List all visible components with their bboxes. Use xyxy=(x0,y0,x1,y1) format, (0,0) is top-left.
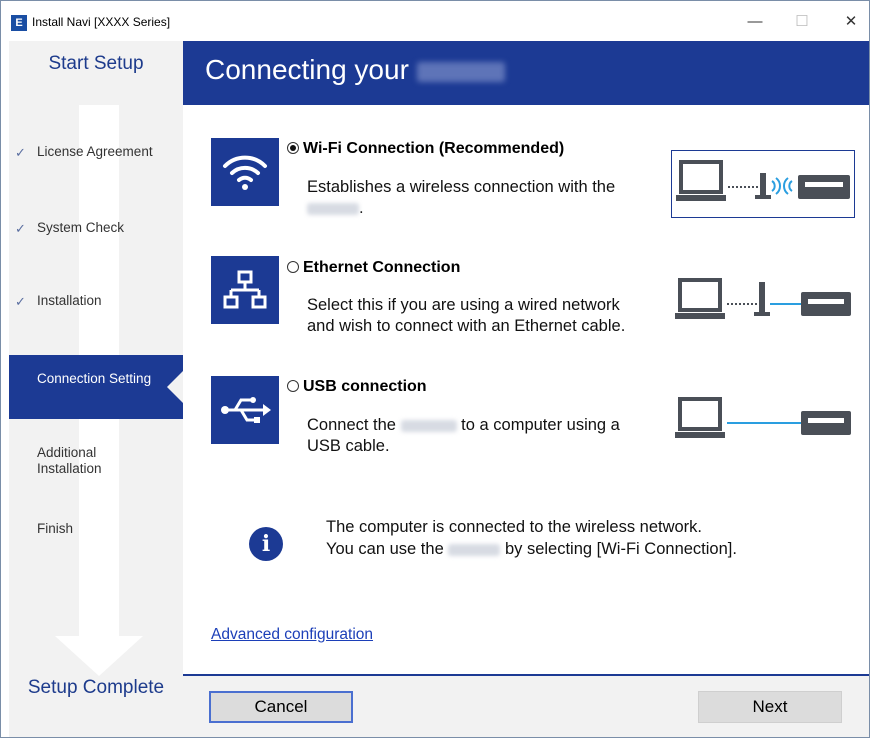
sidebar-step-system-check: ✓ System Check xyxy=(15,220,125,236)
checkmark-icon: ✓ xyxy=(15,145,26,160)
info-line2-post: by selecting [Wi-Fi Connection]. xyxy=(504,540,737,558)
progress-arrow-head xyxy=(55,636,143,676)
wifi-connection-option[interactable]: Wi-Fi Connection (Recommended) xyxy=(287,140,564,158)
page-title-text: Connecting your xyxy=(205,54,409,85)
wifi-desc-line2: . xyxy=(307,198,615,219)
usb-option-description: Connect the to a computer using a USB ca… xyxy=(307,415,620,457)
maximize-button[interactable]: ☐ xyxy=(782,11,822,33)
sidebar-step-label: Finish xyxy=(37,521,74,536)
page-header: Connecting your xyxy=(183,41,869,105)
sidebar-step-label-line1: Additional xyxy=(37,445,97,460)
ethernet-option-title: Ethernet Connection xyxy=(303,259,461,276)
cancel-button[interactable]: Cancel xyxy=(209,691,353,723)
wifi-option-description: Establishes a wireless connection with t… xyxy=(307,177,615,219)
checkmark-icon: ✓ xyxy=(15,221,26,236)
usb-option-title: USB connection xyxy=(303,378,427,395)
wifi-connection-diagram xyxy=(671,150,855,218)
installer-window: E Install Navi [XXXX Series] — ☐ ✕ Start… xyxy=(0,0,870,738)
sidebar-step-label: Installation xyxy=(37,293,102,308)
wifi-radio-button[interactable] xyxy=(287,142,299,154)
sidebar-step-additional-installation: Additional Installation xyxy=(37,445,102,477)
sidebar-step-installation: ✓ Installation xyxy=(15,293,102,309)
info-line1: The computer is connected to the wireles… xyxy=(326,518,703,536)
sidebar-step-label-line2: Installation xyxy=(37,461,102,476)
sidebar-setup-complete: Setup Complete xyxy=(27,677,165,698)
sidebar-step-license-agreement: ✓ License Agreement xyxy=(15,144,153,160)
page-title: Connecting your xyxy=(205,54,505,86)
window-title: Install Navi [XXXX Series] xyxy=(32,15,171,29)
ethernet-desc-line2: and wish to connect with an Ethernet cab… xyxy=(307,317,626,335)
usb-desc-pre: Connect the xyxy=(307,416,396,434)
redacted-product-name xyxy=(416,61,505,82)
ethernet-option-description: Select this if you are using a wired net… xyxy=(307,295,625,337)
usb-desc-line2: USB cable. xyxy=(307,437,390,455)
wifi-desc-suffix: . xyxy=(359,199,364,217)
wifi-icon[interactable] xyxy=(211,138,279,206)
title-bar: E Install Navi [XXXX Series] — ☐ ✕ xyxy=(1,1,869,41)
wifi-option-title: Wi-Fi Connection (Recommended) xyxy=(303,140,565,157)
info-line2: You can use the by selecting [Wi-Fi Conn… xyxy=(326,538,737,560)
info-line2-pre: You can use the xyxy=(326,540,444,558)
sidebar-step-label: System Check xyxy=(37,220,125,235)
setup-steps-sidebar: Start Setup ✓ License Agreement ✓ System… xyxy=(9,41,183,737)
close-button[interactable]: ✕ xyxy=(831,11,869,33)
sidebar-step-connection-setting: Connection Setting xyxy=(9,355,183,419)
sidebar-step-finish: Finish xyxy=(37,521,73,537)
advanced-configuration-link[interactable]: Advanced configuration xyxy=(211,626,373,644)
usb-connection-option[interactable]: USB connection xyxy=(287,378,427,396)
ethernet-desc-line1: Select this if you are using a wired net… xyxy=(307,296,620,314)
usb-desc-post: to a computer using a xyxy=(461,416,620,434)
checkmark-icon: ✓ xyxy=(15,294,26,309)
info-icon: i xyxy=(249,527,283,561)
redacted-product-name xyxy=(307,202,359,215)
app-icon: E xyxy=(11,15,27,31)
wifi-desc-line1: Establishes a wireless connection with t… xyxy=(307,178,616,196)
network-icon[interactable] xyxy=(211,256,279,324)
usb-icon[interactable] xyxy=(211,376,279,444)
usb-radio-button[interactable] xyxy=(287,380,299,392)
redacted-product-name xyxy=(400,419,457,432)
ethernet-connection-diagram xyxy=(671,268,855,336)
ethernet-radio-button[interactable] xyxy=(287,261,299,273)
sidebar-step-label: Connection Setting xyxy=(37,371,152,386)
minimize-button[interactable]: — xyxy=(735,11,775,33)
sidebar-start-setup: Start Setup xyxy=(48,53,144,74)
connection-info-message: The computer is connected to the wireles… xyxy=(326,516,737,560)
usb-desc-line1: Connect the to a computer using a xyxy=(307,415,620,436)
active-step-pointer xyxy=(167,371,183,403)
ethernet-connection-option[interactable]: Ethernet Connection xyxy=(287,259,460,277)
usb-connection-diagram xyxy=(671,387,855,455)
sidebar-step-label: License Agreement xyxy=(37,144,153,159)
next-button[interactable]: Next xyxy=(698,691,842,723)
redacted-product-name xyxy=(448,543,501,556)
